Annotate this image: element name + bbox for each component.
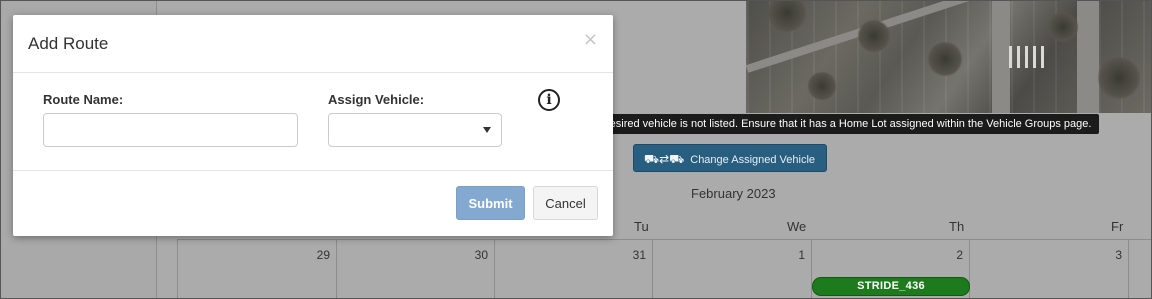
- day-header-tu: Tu: [634, 219, 649, 234]
- calendar-day-cell[interactable]: 1: [652, 240, 811, 298]
- assign-vehicle-select[interactable]: [328, 113, 502, 147]
- vehicle-help-tooltip: If the desired vehicle is not listed. En…: [568, 114, 1100, 134]
- modal-body: Route Name: Assign Vehicle: i: [13, 73, 613, 171]
- day-number: 31: [632, 248, 646, 262]
- modal-title: Add Route: [28, 34, 109, 53]
- calendar-day-cell[interactable]: [1128, 240, 1151, 298]
- submit-button[interactable]: Submit: [456, 186, 525, 220]
- calendar-day-cell[interactable]: 31: [494, 240, 652, 298]
- satellite-map[interactable]: [745, 1, 1151, 113]
- day-number: 1: [798, 248, 805, 262]
- chevron-down-icon: [483, 127, 491, 133]
- modal-header: Add Route ×: [13, 15, 613, 73]
- change-assigned-vehicle-label: Change Assigned Vehicle: [690, 154, 816, 166]
- app-window: If the desired vehicle is not listed. En…: [0, 0, 1152, 299]
- day-header-we: We: [787, 219, 807, 234]
- cancel-button[interactable]: Cancel: [533, 186, 598, 220]
- add-route-modal: Add Route × Route Name: Assign Vehicle: …: [13, 15, 613, 236]
- modal-footer: Submit Cancel: [13, 171, 613, 237]
- route-name-input[interactable]: [43, 113, 298, 147]
- calendar-day-cell[interactable]: 3: [969, 240, 1128, 298]
- day-number: 29: [316, 248, 330, 262]
- assign-vehicle-label: Assign Vehicle:: [328, 92, 425, 107]
- bus-swap-icon: ⛟⇄⛟: [644, 152, 685, 166]
- calendar-day-cell[interactable]: 30: [336, 240, 494, 298]
- day-number: 2: [956, 248, 963, 262]
- calendar-event-stride-436[interactable]: STRIDE_436: [812, 277, 970, 296]
- route-name-label: Route Name:: [43, 92, 124, 107]
- close-icon[interactable]: ×: [583, 29, 598, 50]
- day-header-th: Th: [949, 219, 965, 234]
- info-icon[interactable]: i: [538, 89, 560, 111]
- day-number: 3: [1115, 248, 1122, 262]
- calendar-day-cell[interactable]: 29: [177, 240, 336, 298]
- day-number: 30: [474, 248, 488, 262]
- calendar-grid: 29 30 31 1 2 3: [177, 239, 1151, 298]
- day-header-fr: Fr: [1111, 219, 1124, 234]
- change-assigned-vehicle-button[interactable]: ⛟⇄⛟ Change Assigned Vehicle: [633, 144, 827, 172]
- calendar-month-title: February 2023: [691, 186, 776, 201]
